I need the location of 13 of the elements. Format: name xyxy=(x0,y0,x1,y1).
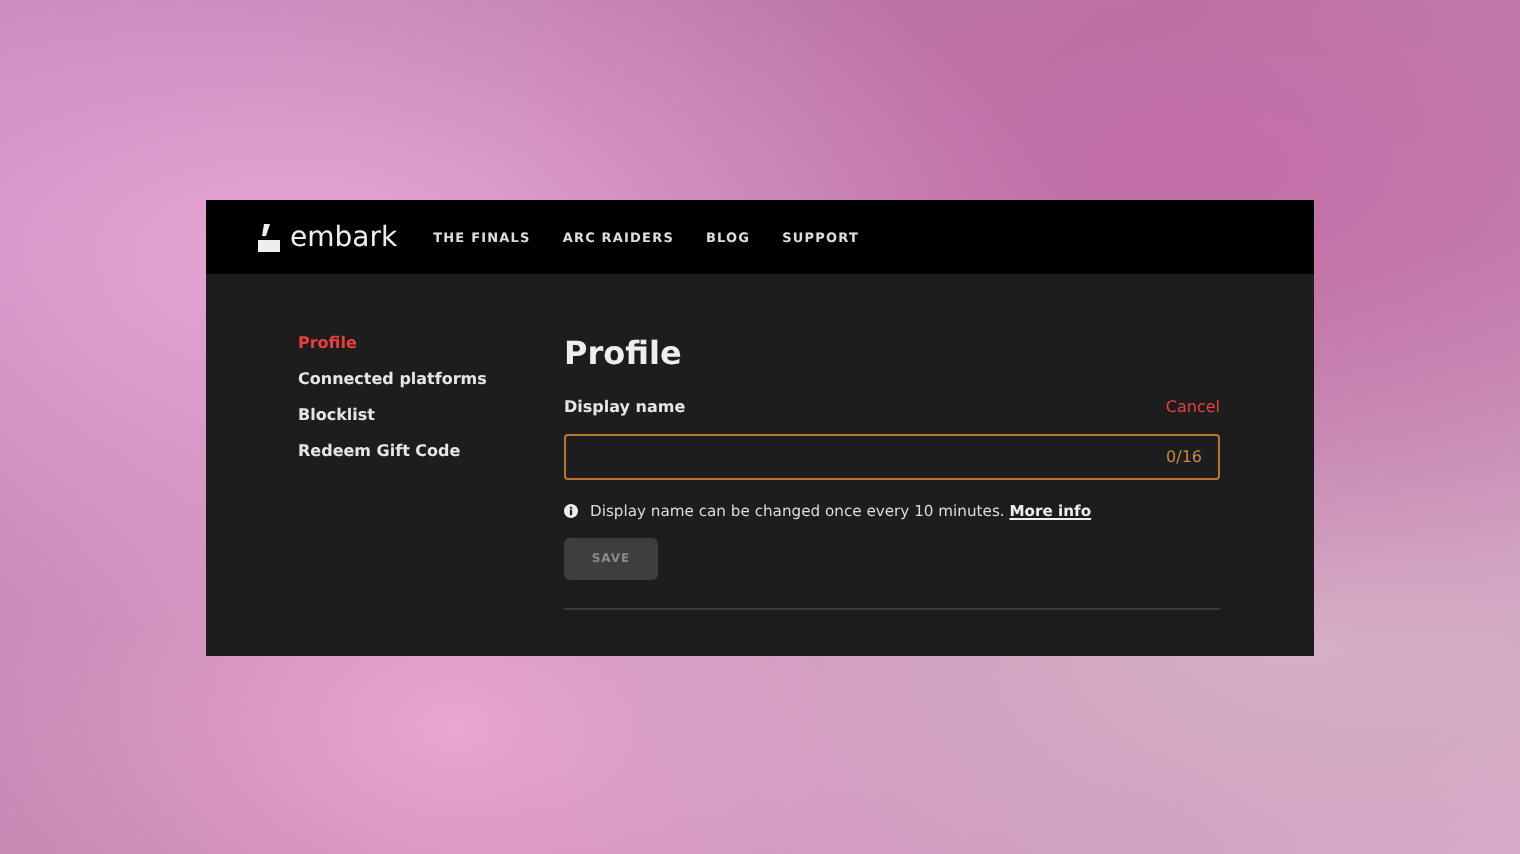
display-name-field[interactable]: 0/16 xyxy=(564,434,1220,480)
page-title: Profile xyxy=(564,334,684,374)
logo[interactable]: embark xyxy=(258,221,398,253)
field-label: Display name xyxy=(564,398,686,416)
logo-icon xyxy=(258,223,280,251)
character-counter: 0/16 xyxy=(1166,448,1202,466)
info-icon xyxy=(564,504,578,518)
sidebar-item[interactable]: Connected platforms xyxy=(298,370,564,390)
cancel-link[interactable]: Cancel xyxy=(1165,398,1220,416)
sidebar-item[interactable]: Redeem Gift Code xyxy=(298,442,564,462)
sidebar-item[interactable]: Profile xyxy=(298,334,564,354)
sidebar-item[interactable]: Blocklist xyxy=(298,406,564,426)
logo-text: embark xyxy=(290,221,398,253)
